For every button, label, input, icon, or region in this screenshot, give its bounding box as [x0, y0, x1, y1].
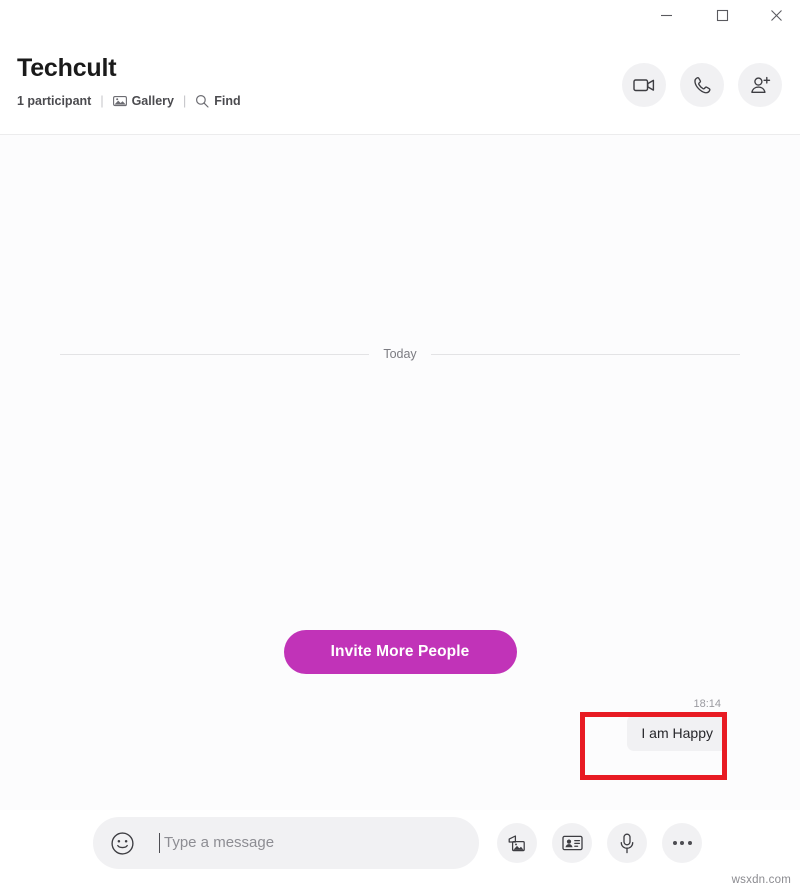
ellipsis-icon	[672, 841, 692, 845]
search-icon	[195, 94, 209, 108]
participant-count: 1 participant	[17, 94, 92, 108]
submeta-separator-2: |	[182, 94, 187, 108]
divider-rule-right	[430, 353, 741, 355]
chat-header: Techcult 1 participant | Gallery | Find	[0, 30, 800, 135]
person-add-icon	[750, 76, 771, 95]
message-input[interactable]	[159, 833, 479, 853]
record-audio-button[interactable]	[607, 823, 647, 863]
minimize-button[interactable]	[643, 0, 689, 30]
find-button[interactable]: Find	[195, 94, 241, 108]
message-input-container[interactable]	[93, 817, 479, 869]
chat-submeta: 1 participant | Gallery | Find	[17, 92, 241, 110]
header-actions	[622, 63, 782, 107]
divider-rule-left	[60, 353, 370, 355]
add-people-button[interactable]	[738, 63, 782, 107]
close-button[interactable]	[753, 0, 799, 30]
page-title: Techcult	[17, 54, 117, 82]
day-divider-label: Today	[383, 347, 417, 361]
smiley-icon[interactable]	[107, 828, 137, 858]
message-timestamp: 18:14	[693, 698, 721, 710]
day-divider: Today	[60, 347, 741, 361]
image-icon	[507, 834, 527, 853]
send-media-button[interactable]	[497, 823, 537, 863]
video-call-button[interactable]	[622, 63, 666, 107]
invite-button-container: Invite More People	[0, 630, 800, 674]
find-label: Find	[214, 94, 241, 108]
message-composer	[0, 810, 800, 892]
contact-card-icon	[561, 835, 583, 851]
invite-more-people-button[interactable]: Invite More People	[283, 630, 517, 674]
title-bar	[0, 0, 800, 30]
submeta-separator-1: |	[100, 94, 104, 108]
phone-icon	[693, 76, 712, 95]
message-bubble[interactable]: I am Happy	[627, 715, 727, 751]
message-row: 18:14 I am Happy	[627, 698, 727, 751]
gallery-label: Gallery	[131, 94, 174, 108]
send-contact-button[interactable]	[552, 823, 592, 863]
maximize-button[interactable]	[699, 0, 745, 30]
gallery-button[interactable]: Gallery	[112, 94, 174, 108]
audio-call-button[interactable]	[680, 63, 724, 107]
gallery-icon	[112, 95, 127, 107]
more-options-button[interactable]	[662, 823, 702, 863]
composer-actions	[497, 823, 702, 863]
watermark: wsxdn.com	[731, 874, 791, 886]
microphone-icon	[619, 833, 635, 854]
conversation-panel: Today Invite More People 18:14 I am Happ…	[0, 135, 800, 810]
video-camera-icon	[633, 77, 655, 93]
skype-chat-window: Techcult 1 participant | Gallery | Find …	[0, 0, 800, 892]
